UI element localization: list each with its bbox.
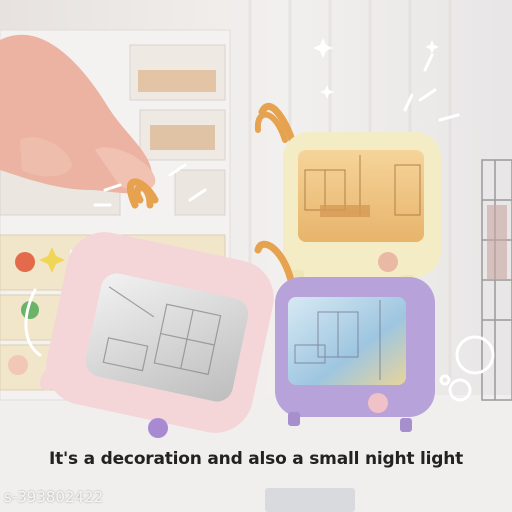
watermark-text: s-393802422: [4, 488, 104, 506]
keyboard-edge: [265, 488, 355, 512]
cream-tv-button: [378, 252, 398, 272]
caption-text: It's a decoration and also a small night…: [48, 449, 464, 469]
product-photo: [0, 0, 512, 512]
pink-tv-button: [148, 418, 168, 438]
purple-tv-button: [368, 393, 388, 413]
